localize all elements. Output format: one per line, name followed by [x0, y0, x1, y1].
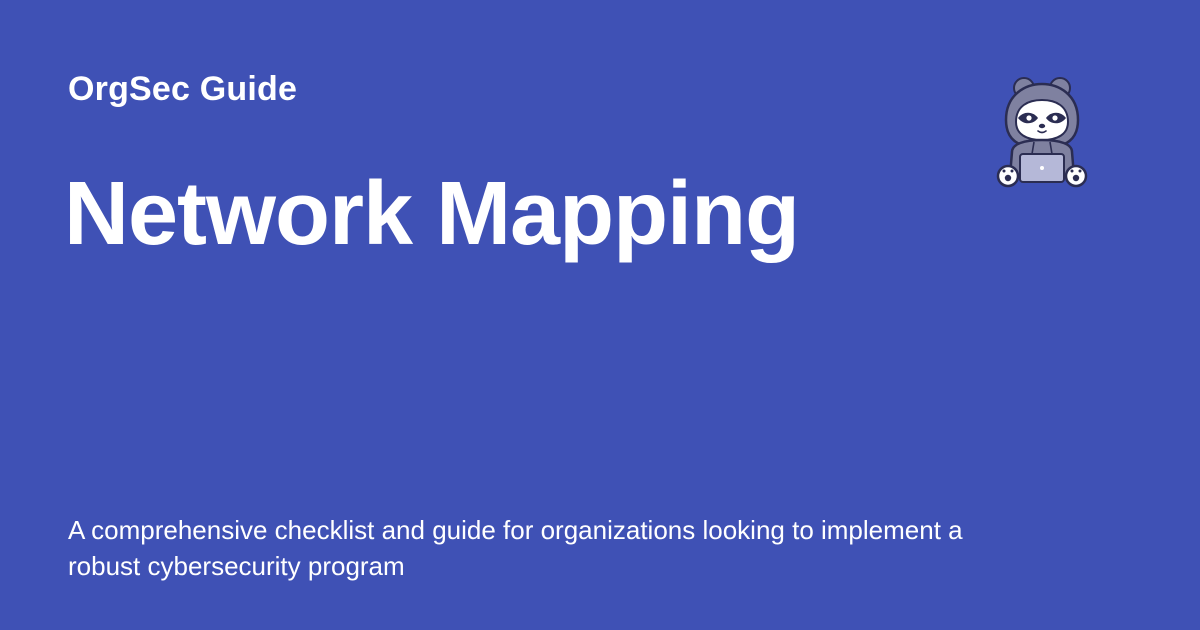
- page-description: A comprehensive checklist and guide for …: [68, 515, 963, 581]
- page-title: Network Mapping: [64, 164, 800, 264]
- social-card: { "brand": { "site_name": "OrgSec Guide"…: [0, 0, 1200, 630]
- site-name: OrgSec Guide: [68, 70, 298, 108]
- hooded-raccoon-laptop-icon: [996, 77, 1088, 188]
